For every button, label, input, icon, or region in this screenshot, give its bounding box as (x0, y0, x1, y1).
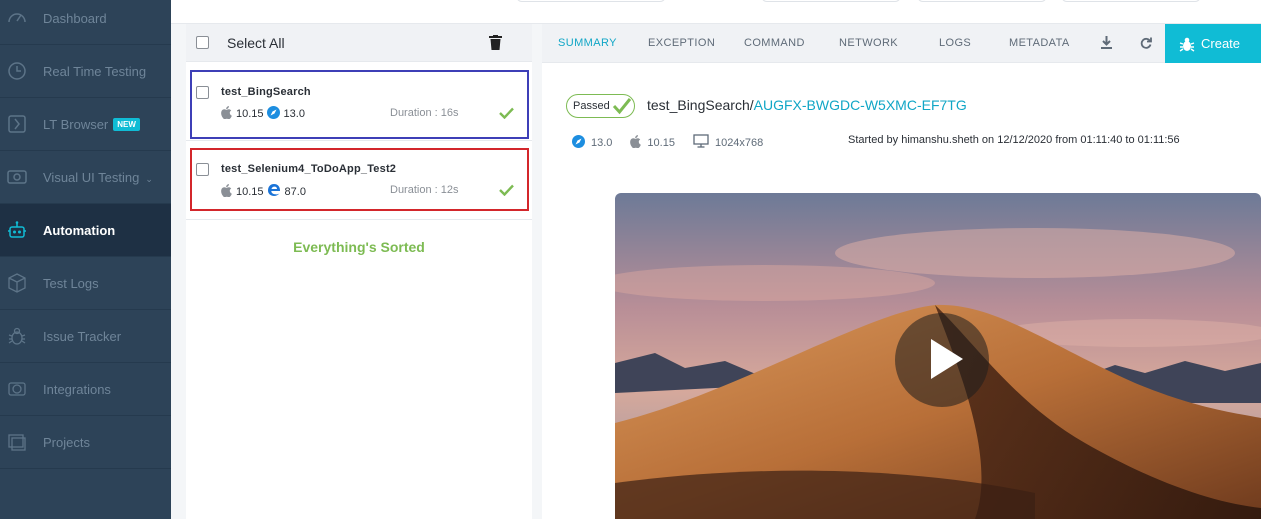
os-version: 10.15 (647, 136, 675, 149)
list-item[interactable]: test_Selenium4_ToDoApp_Test2 10.15 87.0 … (186, 142, 532, 220)
test-list-panel: Select All test_BingSearch 10.15 13.0 Du… (186, 24, 532, 519)
list-item[interactable]: test_BingSearch 10.15 13.0 Duration : 16… (186, 63, 532, 141)
tab-logs[interactable]: LOGS (939, 37, 971, 49)
test-duration: Duration : 16s (390, 107, 459, 119)
new-badge: NEW (113, 117, 140, 131)
panel-gutter (171, 24, 186, 519)
details-tabs: SUMMARY EXCEPTION COMMAND NETWORK LOGS M… (542, 24, 1261, 63)
sidebar-item-label-wrap: Visual UI Testing ⌄ (43, 170, 153, 185)
browser-version: 87.0 (284, 185, 306, 198)
edge-icon (267, 183, 281, 200)
play-icon (931, 339, 963, 379)
sidebar-item-label: Projects (43, 434, 90, 450)
sidebar-item-visual-ui-testing[interactable]: Visual UI Testing ⌄ (0, 151, 171, 204)
test-env: 10.15 87.0 (221, 183, 309, 200)
sidebar-item-label: Dashboard (43, 10, 107, 26)
list-header: Select All (186, 24, 532, 62)
create-button-label: Create (1201, 36, 1241, 51)
status-label: Passed (573, 100, 610, 112)
robot-icon (6, 219, 28, 241)
select-all-checkbox[interactable] (196, 36, 209, 49)
test-title-name: test_BingSearch/ (647, 97, 754, 113)
test-title: test_BingSearch/AUGFX-BWGDC-W5XMC-EF7TG (647, 97, 967, 113)
toolbar-control[interactable] (761, 0, 901, 2)
sidebar: Dashboard Real Time Testing LT Browser NE… (0, 0, 171, 519)
sidebar-item-label: Visual UI Testing (43, 169, 140, 185)
sidebar-item-test-logs[interactable]: Test Logs (0, 257, 171, 310)
sidebar-item-label: Test Logs (43, 275, 99, 291)
tab-metadata[interactable]: METADATA (1009, 37, 1070, 49)
browser-version: 13.0 (591, 136, 613, 149)
check-icon (612, 98, 631, 115)
trash-icon[interactable] (489, 35, 502, 55)
sidebar-item-label: Integrations (43, 381, 111, 397)
status-badge: Passed (566, 94, 635, 118)
tab-command[interactable]: COMMAND (744, 37, 805, 49)
test-name[interactable]: test_BingSearch (221, 86, 311, 98)
toolbar-control[interactable] (917, 0, 1047, 2)
lt-browser-icon (6, 113, 28, 135)
play-button[interactable] (895, 313, 989, 407)
sidebar-item-integrations[interactable]: Integrations (0, 363, 171, 416)
test-highlight-red (190, 148, 529, 211)
browser-version: 13.0 (283, 108, 305, 120)
sidebar-item-real-time-testing[interactable]: Real Time Testing (0, 45, 171, 98)
bug-icon (1179, 36, 1195, 55)
sidebar-item-label: Real Time Testing (43, 63, 147, 79)
create-issue-button[interactable]: Create (1165, 24, 1261, 63)
test-details-panel: SUMMARY EXCEPTION COMMAND NETWORK LOGS M… (542, 24, 1261, 519)
sidebar-item-automation[interactable]: Automation (0, 204, 171, 257)
test-duration: Duration : 12s (390, 184, 459, 196)
monitor-icon (693, 134, 709, 151)
eye-icon (6, 166, 28, 188)
test-checkbox[interactable] (196, 163, 209, 176)
sidebar-item-label: LT Browser (43, 116, 109, 132)
tab-network[interactable]: NETWORK (839, 37, 898, 49)
tab-exception[interactable]: EXCEPTION (648, 37, 715, 49)
apple-icon (630, 134, 642, 151)
test-env: 10.15 13.0 (221, 106, 308, 122)
toolbar-control[interactable] (516, 0, 666, 2)
sidebar-item-dashboard[interactable]: Dashboard (0, 0, 171, 45)
top-toolbar (171, 0, 1261, 24)
apple-icon (221, 106, 232, 122)
apple-icon (221, 183, 232, 200)
os-version: 10.15 (236, 108, 264, 120)
environment-row: 13.0 10.15 1024x768 (572, 134, 781, 151)
tab-summary[interactable]: SUMMARY (558, 37, 617, 49)
cube-icon (6, 272, 28, 294)
panel-gutter (532, 24, 542, 519)
empty-state-message: Everything's Sorted (293, 239, 425, 255)
chevron-down-icon[interactable]: ⌄ (145, 174, 153, 185)
started-info: Started by himanshu.sheth on 12/12/2020 … (848, 134, 1180, 146)
sidebar-item-label: Automation (43, 222, 116, 238)
sidebar-item-projects[interactable]: Projects (0, 416, 171, 469)
resolution: 1024x768 (714, 136, 764, 149)
app-root: Dashboard Real Time Testing LT Browser NE… (0, 0, 1261, 519)
sidebar-item-issue-tracker[interactable]: Issue Tracker (0, 310, 171, 363)
sidebar-item-lt-browser[interactable]: LT Browser NEW (0, 98, 171, 151)
toolbar-control[interactable] (1061, 0, 1201, 2)
select-all-label[interactable]: Select All (227, 35, 285, 51)
build-id-link[interactable]: AUGFX-BWGDC-W5XMC-EF7TG (754, 97, 967, 113)
refresh-icon[interactable] (1140, 36, 1152, 54)
bug-icon (6, 325, 28, 347)
safari-icon (266, 106, 280, 122)
os-version: 10.15 (236, 185, 264, 198)
clock-icon (6, 60, 28, 82)
check-icon (499, 183, 514, 201)
check-icon (499, 106, 514, 124)
sidebar-item-label: Issue Tracker (43, 328, 122, 344)
sidebar-item-label-wrap: LT Browser NEW (43, 117, 140, 132)
video-player[interactable] (615, 193, 1261, 519)
test-checkbox[interactable] (196, 86, 209, 99)
test-name[interactable]: test_Selenium4_ToDoApp_Test2 (221, 163, 396, 175)
download-icon[interactable] (1101, 36, 1112, 54)
safari-icon (572, 134, 585, 151)
gauge-icon (6, 7, 28, 29)
test-highlight-blue (190, 70, 529, 139)
folder-icon (6, 431, 28, 453)
integrations-icon (6, 378, 28, 400)
